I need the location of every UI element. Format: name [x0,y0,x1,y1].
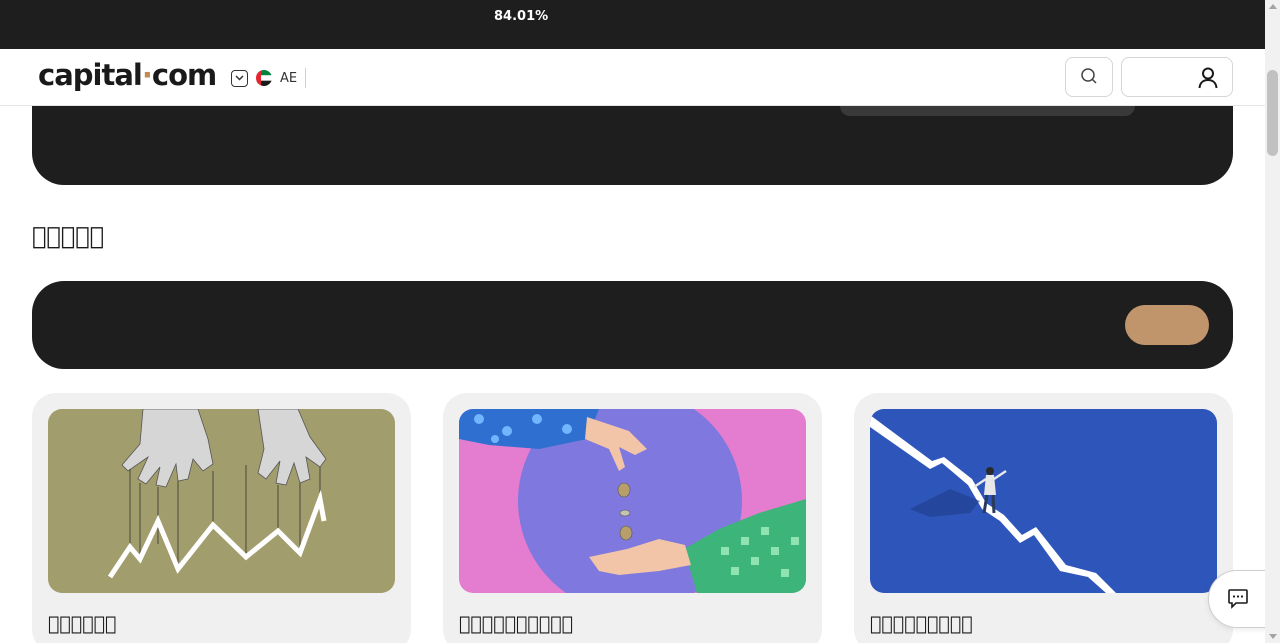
search-icon [1080,67,1098,88]
puppet-hands-chart-image [48,409,395,593]
capital-logo[interactable]: capital·com [38,58,217,92]
chevron-down-icon [231,69,248,87]
region-code: AE [280,70,298,86]
section-title: 􏰀􏰀􏰀􏰀􏰀 [32,222,105,250]
logo-text-left: capital [38,58,143,92]
card-title: 􏰀􏰀􏰀􏰀􏰀􏰀􏰀􏰀􏰀􏰀 [459,613,574,635]
article-card[interactable]: 􏰀􏰀􏰀􏰀􏰀􏰀 [32,393,411,643]
uae-flag-icon [256,70,272,86]
card-title: 􏰀􏰀􏰀􏰀􏰀􏰀 [48,613,117,635]
article-card[interactable]: 􏰀􏰀􏰀􏰀􏰀􏰀􏰀􏰀􏰀 [854,393,1233,643]
banner-percent: 84.01% [494,9,549,24]
page-scrollbar[interactable] [1265,0,1280,643]
coins-dropping-hands-image [459,409,806,593]
hero-widget-edge [840,106,1135,116]
chat-icon [1227,587,1249,612]
promo-banner [32,281,1233,369]
scroll-down-arrow-icon[interactable] [1269,634,1277,639]
page: 84.01% capital·com AE [0,0,1280,643]
site-header: capital·com AE [0,49,1265,106]
account-button[interactable] [1121,57,1233,97]
logo-text-right: com [151,58,217,92]
region-selector[interactable]: AE [231,68,307,88]
card-title: 􏰀􏰀􏰀􏰀􏰀􏰀􏰀􏰀􏰀 [870,613,973,635]
scrollbar-thumb[interactable] [1267,70,1278,156]
top-banner: 84.01% [0,0,1265,49]
search-button[interactable] [1065,57,1113,97]
article-card[interactable]: 􏰀􏰀􏰀􏰀􏰀􏰀􏰀􏰀􏰀􏰀 [443,393,822,643]
user-icon [1198,67,1218,92]
logo-dot: · [141,58,153,92]
man-walking-falling-chart-image [870,409,1217,593]
scroll-up-arrow-icon[interactable] [1269,4,1277,9]
promo-button[interactable] [1125,305,1209,345]
chat-button[interactable] [1208,570,1268,628]
